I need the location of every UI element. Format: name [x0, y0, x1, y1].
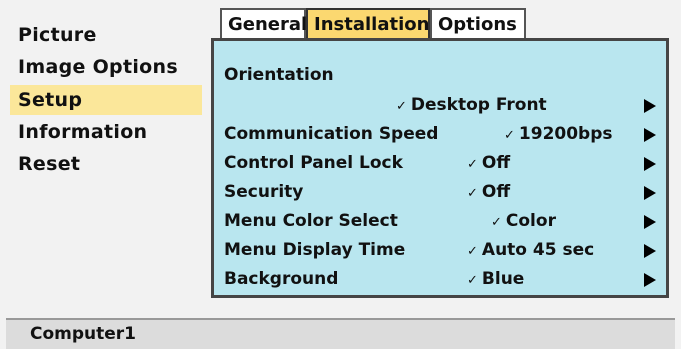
setting-value[interactable]: ✓ Blue	[467, 269, 524, 289]
tab-options[interactable]: Options	[430, 8, 526, 38]
check-icon: ✓	[467, 157, 478, 172]
setting-label: Menu Color Select	[224, 211, 398, 231]
setting-value[interactable]: ✓ Color	[491, 211, 556, 231]
setting-label: Control Panel Lock	[224, 153, 403, 173]
status-bar: Computer1	[6, 318, 675, 349]
right-arrow-icon[interactable]	[644, 186, 656, 200]
check-icon: ✓	[467, 273, 478, 288]
installation-panel: Orientation ✓ Desktop Front Communication…	[211, 38, 669, 298]
setting-value[interactable]: ✓ 19200bps	[504, 124, 613, 144]
setting-value[interactable]: ✓ Off	[467, 182, 510, 202]
right-arrow-icon[interactable]	[644, 273, 656, 287]
check-icon: ✓	[504, 128, 515, 143]
setting-value[interactable]: ✓ Auto 45 sec	[467, 240, 594, 260]
right-arrow-icon[interactable]	[644, 128, 656, 142]
orientation-value[interactable]: ✓ Desktop Front	[396, 95, 547, 115]
check-icon: ✓	[491, 215, 502, 230]
right-arrow-icon[interactable]	[644, 215, 656, 229]
tab-general[interactable]: General	[220, 8, 307, 38]
setting-label: Communication Speed	[224, 124, 439, 144]
setting-label: Menu Display Time	[224, 240, 406, 260]
setting-label: Security	[224, 182, 304, 202]
check-icon: ✓	[467, 186, 478, 201]
menu-item-setup[interactable]: Setup	[10, 85, 202, 115]
menu-frame: Picture Image Options Setup Information …	[0, 0, 681, 349]
menu-item-information[interactable]: Information	[10, 117, 202, 147]
orientation-label: Orientation	[224, 65, 334, 85]
right-arrow-icon[interactable]	[644, 99, 656, 113]
menu-item-image-options[interactable]: Image Options	[10, 52, 202, 82]
setting-label: Background	[224, 269, 339, 289]
input-source-label: Computer1	[30, 324, 137, 344]
menu-item-picture[interactable]: Picture	[10, 20, 202, 50]
right-arrow-icon[interactable]	[644, 157, 656, 171]
menu-item-reset[interactable]: Reset	[10, 149, 202, 179]
right-arrow-icon[interactable]	[644, 244, 656, 258]
check-icon: ✓	[467, 244, 478, 259]
check-icon: ✓	[396, 99, 407, 114]
tab-installation[interactable]: Installation	[306, 8, 430, 38]
setting-value[interactable]: ✓ Off	[467, 153, 510, 173]
